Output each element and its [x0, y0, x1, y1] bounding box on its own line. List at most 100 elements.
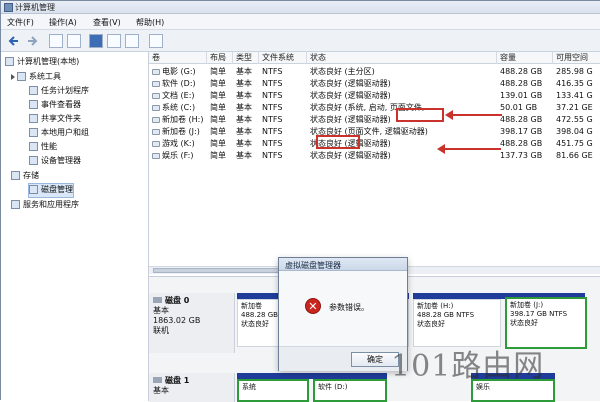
partition-block[interactable]: 系统: [237, 379, 309, 402]
disk-0-name: 磁盘 0: [165, 296, 190, 305]
volume-filesystem: NTFS: [262, 115, 283, 124]
tree-item-storage[interactable]: 存储: [11, 170, 39, 183]
performance-icon: [29, 142, 38, 151]
dialog-message: 参数错误。: [329, 303, 369, 312]
table-row[interactable]: 新加卷 (J:) 简单 基本 NTFS 状态良好 (页面文件, 逻辑驱动器) 398.17…: [149, 126, 600, 138]
tree-item-performance[interactable]: 性能: [29, 141, 57, 154]
back-button[interactable]: [7, 34, 21, 48]
tree-item-label: 设备管理器: [41, 156, 81, 165]
volume-name-text: 新加卷 (J:): [162, 127, 200, 136]
red-arrow-icon: [445, 110, 453, 120]
table-row[interactable]: 电影 (G:) 简单 基本 NTFS 状态良好 (主分区) 488.28 GB 285.98…: [149, 66, 600, 78]
volume-filesystem: NTFS: [262, 139, 283, 148]
tree-item-services-apps[interactable]: 服务和应用程序: [11, 199, 79, 212]
red-callout-line: [445, 148, 501, 150]
tree-item-label: 存储: [23, 171, 39, 180]
volume-name-text: 文档 (E:): [162, 91, 195, 100]
tools-icon: [17, 72, 26, 81]
partition-block[interactable]: 软件 (D:): [313, 379, 387, 402]
menu-view[interactable]: 查看(V): [93, 17, 121, 28]
users-icon: [29, 128, 38, 137]
forward-button[interactable]: [25, 34, 39, 48]
volume-type: 基本: [236, 139, 252, 148]
column-capacity[interactable]: 容量: [497, 52, 553, 64]
table-row[interactable]: 系统 (C:) 简单 基本 NTFS 状态良好 (系统, 启动, 页面文件, 50.01 …: [149, 102, 600, 114]
column-free-space[interactable]: 可用空间: [553, 52, 600, 64]
volume-status: 状态良好 (主分区): [310, 67, 375, 76]
volume-type: 基本: [236, 67, 252, 76]
partition-block[interactable]: 新加卷 (H:) 488.28 GB NTFS 状态良好: [413, 299, 501, 347]
volume-name: 系统 (C:): [149, 102, 207, 114]
show-tree-button[interactable]: [67, 34, 81, 48]
disk-0-size: 1863.02 GB: [153, 316, 201, 325]
error-icon: ✕: [305, 298, 321, 314]
volume-status: 状态良好 (逻辑驱动器): [310, 151, 391, 160]
table-row[interactable]: 娱乐 (F:) 简单 基本 NTFS 状态良好 (逻辑驱动器) 137.73 GB 81.6…: [149, 150, 600, 162]
menu-action[interactable]: 操作(A): [49, 17, 77, 28]
tree-item-label: 性能: [41, 142, 57, 151]
column-type[interactable]: 类型: [233, 52, 259, 64]
tree-item-system-tools[interactable]: 系统工具: [11, 71, 61, 84]
volume-name-text: 系统 (C:): [162, 103, 196, 112]
view-button[interactable]: [125, 34, 139, 48]
services-icon: [11, 200, 20, 209]
disk-1-label[interactable]: 磁盘 1 基本: [149, 373, 235, 402]
partition-size: 398.17 GB NTFS: [510, 310, 568, 318]
volume-name-text: 新加卷 (H:): [162, 115, 204, 124]
disk-0-label[interactable]: 磁盘 0 基本 1863.02 GB 联机: [149, 293, 235, 353]
volume-name-text: 软件 (D:): [162, 79, 196, 88]
tree-item-label: 计算机管理(本地): [17, 57, 80, 66]
column-filesystem[interactable]: 文件系统: [259, 52, 307, 64]
computer-management-window: 计算机管理 文件(F) 操作(A) 查看(V) 帮助(H) 计算机管理(本地) …: [0, 0, 600, 402]
disk-icon: [153, 297, 162, 303]
volume-name-text: 游戏 (K:): [162, 139, 195, 148]
volume-list-header: 卷 布局 类型 文件系统 状态 容量 可用空间: [149, 52, 600, 64]
column-layout[interactable]: 布局: [207, 52, 233, 64]
tree-item-disk-management[interactable]: 磁盘管理: [28, 183, 74, 198]
partition-status: 状态良好: [510, 319, 538, 327]
volume-layout: 简单: [210, 91, 226, 100]
dialog-title: 虚拟磁盘管理器: [285, 261, 341, 270]
volume-layout: 简单: [210, 139, 226, 148]
menu-file[interactable]: 文件(F): [7, 17, 34, 28]
volume-filesystem: NTFS: [262, 103, 283, 112]
table-row[interactable]: 游戏 (K:) 简单 基本 NTFS 状态良好 (逻辑驱动器) 488.28 GB 451.…: [149, 138, 600, 150]
partition-size: 488.28 GB NTFS: [417, 311, 475, 319]
volume-layout: 简单: [210, 67, 226, 76]
tree-item-label: 任务计划程序: [41, 86, 89, 95]
column-volume[interactable]: 卷: [149, 52, 207, 64]
volume-icon: [152, 80, 160, 87]
table-row[interactable]: 软件 (D:) 简单 基本 NTFS 状态良好 (逻辑驱动器) 488.28 GB 416.…: [149, 78, 600, 90]
storage-icon: [11, 171, 20, 180]
volume-status: 状态良好 (逻辑驱动器): [310, 91, 391, 100]
disk-action-button[interactable]: [149, 34, 163, 48]
tree-item-local-users[interactable]: 本地用户和组: [29, 127, 89, 140]
table-row[interactable]: 新加卷 (H:) 简单 基本 NTFS 状态良好 (逻辑驱动器) 488.28 GB 472…: [149, 114, 600, 126]
volume-type: 基本: [236, 115, 252, 124]
volume-capacity: 137.73 GB: [500, 151, 543, 160]
volume-icon: [152, 128, 160, 135]
volume-capacity: 139.01 GB: [500, 91, 543, 100]
collapse-triangle-icon[interactable]: [11, 73, 15, 80]
volume-free-space: 37.21 GE: [556, 103, 593, 112]
volume-capacity: 488.28 GB: [500, 139, 543, 148]
event-log-icon: [29, 100, 38, 109]
table-row[interactable]: 文档 (E:) 简单 基本 NTFS 状态良好 (逻辑驱动器) 139.01 GB 133.…: [149, 90, 600, 102]
volume-name: 文档 (E:): [149, 90, 207, 102]
disk-0-state: 联机: [153, 326, 169, 335]
tree-item-event-viewer[interactable]: 事件查看器: [29, 99, 81, 112]
tree-item-task-scheduler[interactable]: 任务计划程序: [29, 85, 89, 98]
properties-button[interactable]: [107, 34, 121, 48]
up-folder-button[interactable]: [49, 34, 63, 48]
disk-management-icon: [29, 185, 38, 194]
tree-item-device-manager[interactable]: 设备管理器: [29, 155, 81, 168]
menu-help[interactable]: 帮助(H): [136, 17, 164, 28]
forward-arrow-icon: [28, 36, 38, 46]
column-status[interactable]: 状态: [307, 52, 497, 64]
tree-item-root[interactable]: 计算机管理(本地): [5, 56, 79, 69]
tree-item-shared-folders[interactable]: 共享文件夹: [29, 113, 81, 126]
volume-filesystem: NTFS: [262, 79, 283, 88]
menu-bar: 文件(F) 操作(A) 查看(V) 帮助(H): [1, 14, 600, 30]
help-button[interactable]: [89, 34, 103, 48]
volume-capacity: 488.28 GB: [500, 79, 543, 88]
